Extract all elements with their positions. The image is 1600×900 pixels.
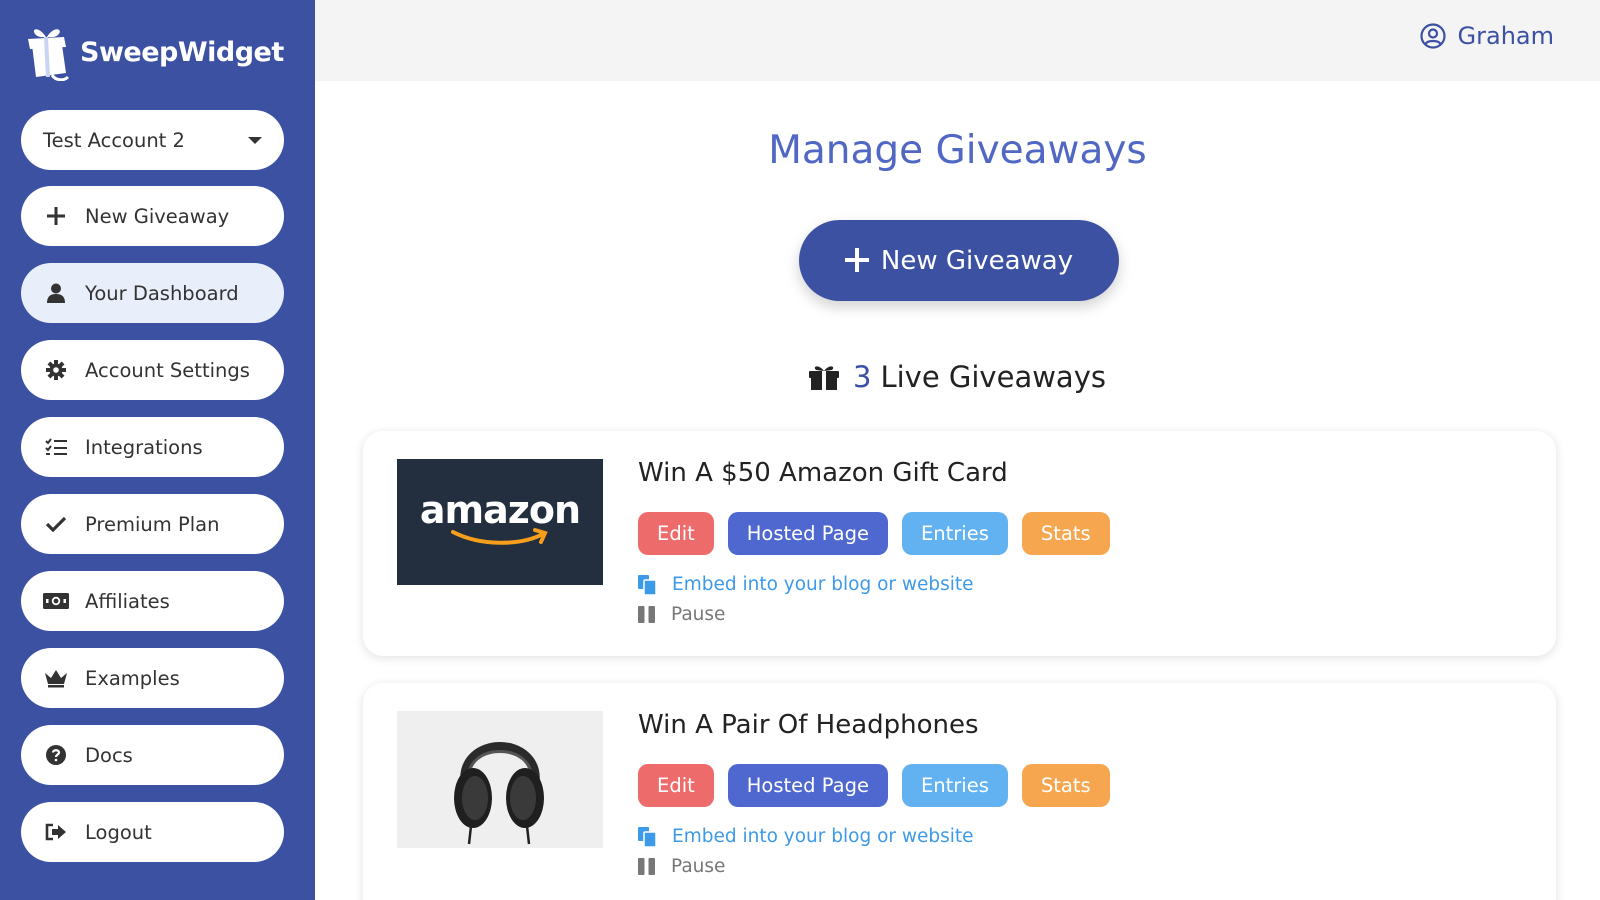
embed-label: Embed into your blog or website — [672, 826, 974, 847]
plus-icon — [43, 205, 69, 227]
sidebar-item-account-settings[interactable]: Account Settings — [21, 340, 284, 400]
live-count: 3 — [853, 360, 872, 394]
pause-icon — [638, 606, 655, 623]
pause-link[interactable]: Pause — [638, 856, 725, 877]
giveaway-title[interactable]: Win A $50 Amazon Gift Card — [638, 458, 1008, 488]
hosted-page-button[interactable]: Hosted Page — [727, 512, 888, 555]
giveaway-title[interactable]: Win A Pair Of Headphones — [638, 710, 979, 740]
sidebar-item-premium-plan[interactable]: Premium Plan — [21, 494, 284, 554]
sidebar-item-label: Integrations — [85, 435, 203, 459]
pause-label: Pause — [671, 856, 726, 877]
sidebar-item-label: New Giveaway — [85, 204, 230, 228]
copy-icon — [638, 826, 656, 847]
sidebar-item-label: Docs — [85, 743, 133, 767]
user-circle-icon — [1419, 23, 1446, 49]
account-selector[interactable]: Test Account 2 — [21, 110, 284, 170]
pause-icon — [638, 858, 655, 875]
new-giveaway-button[interactable]: New Giveaway — [799, 220, 1119, 301]
entries-button[interactable]: Entries — [901, 764, 1008, 807]
account-selector-label: Test Account 2 — [43, 128, 185, 152]
logout-icon — [43, 821, 69, 843]
sidebar-item-label: Premium Plan — [85, 512, 220, 536]
embed-label: Embed into your blog or website — [672, 574, 974, 595]
amazon-smile-icon — [451, 528, 548, 545]
giveaway-card: amazon Win A $50 Amazon Gift Card Edit H… — [363, 431, 1556, 656]
gift-icon — [809, 364, 840, 390]
logo[interactable]: SweepWidget — [22, 20, 284, 84]
entries-button[interactable]: Entries — [901, 512, 1008, 555]
sidebar-item-docs[interactable]: Docs — [21, 725, 284, 785]
new-giveaway-label: New Giveaway — [880, 245, 1074, 276]
page-title: Manage Giveaways — [768, 128, 1147, 173]
giveaway-card: Win A Pair Of Headphones Edit Hosted Pag… — [363, 683, 1556, 900]
question-icon — [43, 744, 69, 766]
giveaway-actions: Edit Hosted Page Entries Stats — [638, 764, 1124, 807]
stats-button[interactable]: Stats — [1021, 512, 1110, 555]
gear-icon — [43, 359, 69, 381]
sidebar: SweepWidget Test Account 2 New Giveaway … — [0, 0, 315, 900]
sidebar-item-logout[interactable]: Logout — [21, 802, 284, 862]
edit-button[interactable]: Edit — [638, 512, 714, 555]
giveaway-image[interactable]: amazon — [397, 459, 603, 585]
live-giveaways-heading: 3 Live Giveaways — [315, 360, 1600, 394]
sidebar-item-examples[interactable]: Examples — [21, 648, 284, 708]
headphones-icon — [454, 741, 544, 844]
sidebar-item-label: Account Settings — [85, 358, 250, 382]
user-icon — [43, 282, 69, 304]
sidebar-item-label: Examples — [85, 666, 180, 690]
sidebar-item-integrations[interactable]: Integrations — [21, 417, 284, 477]
plus-icon — [844, 244, 869, 278]
giveaway-image[interactable] — [397, 711, 603, 848]
live-label: Live Giveaways — [880, 360, 1106, 394]
user-menu[interactable]: Graham — [1419, 22, 1554, 50]
stats-button[interactable]: Stats — [1021, 764, 1110, 807]
list-check-icon — [43, 436, 69, 458]
edit-button[interactable]: Edit — [638, 764, 714, 807]
pause-link[interactable]: Pause — [638, 604, 725, 625]
user-name: Graham — [1457, 22, 1554, 50]
sidebar-item-dashboard[interactable]: Your Dashboard — [21, 263, 284, 323]
copy-icon — [638, 574, 656, 595]
sidebar-item-new-giveaway[interactable]: New Giveaway — [21, 186, 284, 246]
embed-link[interactable]: Embed into your blog or website — [638, 574, 974, 595]
money-icon — [43, 590, 69, 612]
sidebar-item-label: Your Dashboard — [85, 281, 239, 305]
pause-label: Pause — [671, 604, 726, 625]
hosted-page-button[interactable]: Hosted Page — [727, 764, 888, 807]
embed-link[interactable]: Embed into your blog or website — [638, 826, 974, 847]
check-icon — [43, 513, 69, 535]
logo-text: SweepWidget — [80, 36, 284, 68]
caret-down-icon — [248, 136, 262, 144]
gift-logo-icon — [28, 29, 70, 81]
sidebar-item-label: Logout — [85, 820, 152, 844]
sidebar-item-label: Affiliates — [85, 589, 170, 613]
top-bar: Graham — [315, 0, 1600, 81]
crown-icon — [43, 667, 69, 689]
giveaway-actions: Edit Hosted Page Entries Stats — [638, 512, 1124, 555]
sidebar-item-affiliates[interactable]: Affiliates — [21, 571, 284, 631]
